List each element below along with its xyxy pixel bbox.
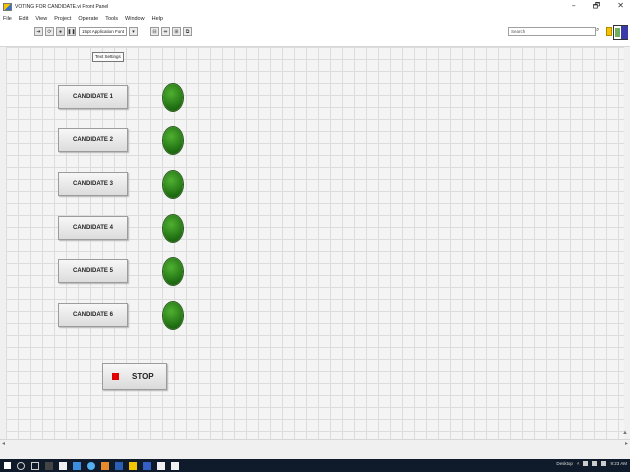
volume-icon[interactable] [592,461,598,466]
search-icon[interactable]: ⌕ [596,27,604,36]
labview-project-icon[interactable] [143,461,151,470]
candidate-2-button[interactable]: CANDIDATE 2 [58,128,128,152]
candidate-2-led [163,127,183,154]
font-controls: 15pt Application Font ▾ [79,27,139,36]
scroll-right-arrow-icon[interactable]: ▸ [625,440,628,447]
horizontal-scrollbar[interactable]: ◂ ▸ [0,439,630,447]
distribute-icon[interactable]: ⇹ [161,27,170,36]
candidate-3-led [163,171,183,198]
menu-help[interactable]: Help [152,16,163,22]
vi-icon[interactable] [613,25,628,40]
system-tray: Desktop ˄ 9:23 AM [556,461,627,466]
chevron-down-icon[interactable]: ▾ [129,27,139,36]
edge-icon[interactable] [73,461,81,470]
run-arrow-icon[interactable]: ➔ [34,27,43,36]
labview-icon[interactable] [129,461,137,470]
run-controls: ➔ ⟳ ● ❚❚ [34,27,76,36]
menu-bar: File Edit View Project Operate Tools Win… [0,13,630,24]
candidate-5-button[interactable]: CANDIDATE 5 [58,259,128,283]
scroll-up-arrow-icon[interactable]: ▲ [622,430,628,436]
menu-operate[interactable]: Operate [78,16,98,22]
toolbar: ➔ ⟳ ● ❚❚ 15pt Application Font ▾ ⊟ ⇹ ⊞ ⧉… [0,24,630,47]
candidate-1-led [163,84,183,111]
close-button[interactable]: ✕ [617,1,624,11]
taskbar: Desktop ˄ 9:23 AM [0,459,630,472]
minimize-button[interactable]: – [572,1,576,11]
reorder-icon[interactable]: ⧉ [183,27,192,36]
java-icon[interactable] [101,461,109,470]
pause-icon[interactable]: ❚❚ [67,27,76,36]
menu-edit[interactable]: Edit [19,16,28,22]
menu-view[interactable]: View [35,16,47,22]
labview-front-panel-window: VOTING FOR CANDIDATE.vi Front Panel – 🗗 … [0,0,630,472]
word-icon[interactable] [115,461,123,470]
candidate-6-button[interactable]: CANDIDATE 6 [58,303,128,327]
tray-chevron-icon[interactable]: ˄ [577,461,580,466]
labview-app-icon [3,2,12,11]
menu-tools[interactable]: Tools [105,16,118,22]
candidate-4-button[interactable]: CANDIDATE 4 [58,216,128,240]
task-view-icon[interactable] [31,461,39,470]
align-icon[interactable]: ⊟ [150,27,159,36]
desktop-label[interactable]: Desktop [556,461,573,466]
candidate-3-button[interactable]: CANDIDATE 3 [58,172,128,196]
search-input[interactable]: Search [508,27,596,36]
notepad-icon[interactable] [157,461,165,470]
taskbar-app-icon[interactable] [45,461,53,470]
resize-icon[interactable]: ⊞ [172,27,181,36]
menu-file[interactable]: File [3,16,12,22]
candidate-5-led [163,258,183,285]
candidate-6-led [163,302,183,329]
candidate-1-button[interactable]: CANDIDATE 1 [58,85,128,109]
taskbar-search-icon[interactable] [17,461,25,470]
maximize-button[interactable]: 🗗 [593,1,601,11]
window-controls: – 🗗 ✕ [572,1,624,11]
help-icon[interactable] [606,27,612,36]
run-continuously-icon[interactable]: ⟳ [45,27,54,36]
font-select[interactable]: 15pt Application Font [79,27,128,36]
start-icon[interactable] [4,462,11,469]
store-bag-icon[interactable] [59,461,67,470]
stop-label: STOP [132,372,154,381]
battery-icon[interactable] [601,461,607,466]
window-title: VOTING FOR CANDIDATE.vi Front Panel [15,3,109,10]
paint-icon[interactable] [171,461,179,470]
layout-controls: ⊟ ⇹ ⊞ ⧉ [150,27,192,36]
abort-icon[interactable]: ● [56,27,65,36]
menu-project[interactable]: Project [54,16,71,22]
menu-window[interactable]: Window [125,16,145,22]
stop-square-icon [112,373,119,380]
title-bar: VOTING FOR CANDIDATE.vi Front Panel – 🗗 … [0,0,630,13]
stop-button[interactable]: STOP [102,363,167,390]
ie-icon[interactable] [87,461,95,470]
network-icon[interactable] [583,461,589,466]
text-settings-tooltip: Text Settings [92,52,124,62]
front-panel-canvas: CANDIDATE 1 CANDIDATE 2 CANDIDATE 3 CAND… [6,47,624,439]
candidate-4-led [163,215,183,242]
scroll-left-arrow-icon[interactable]: ◂ [2,440,5,447]
clock[interactable]: 9:23 AM [610,461,627,466]
